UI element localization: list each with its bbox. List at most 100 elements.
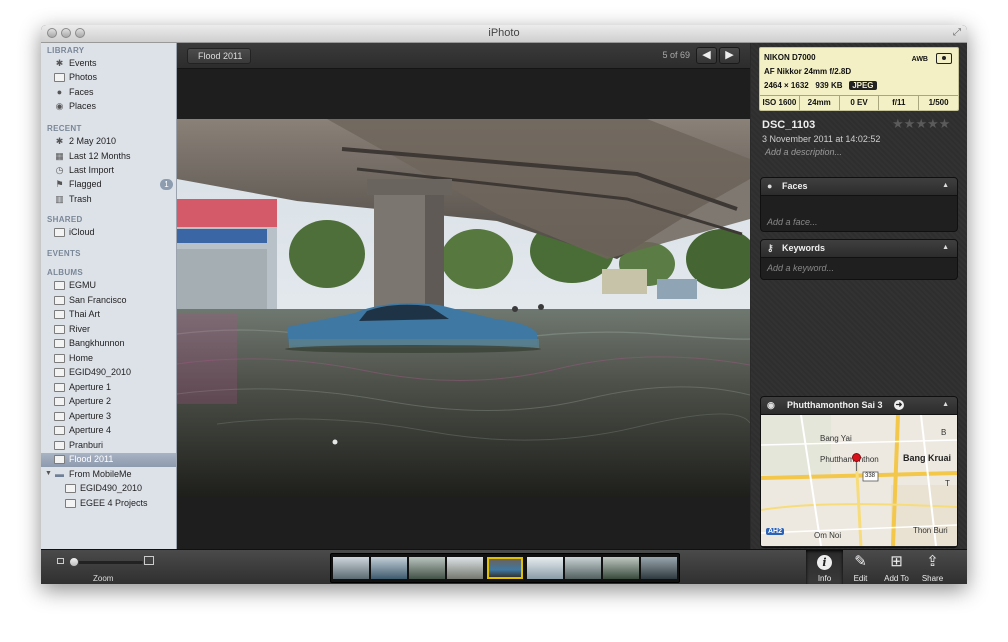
flood-photo (176, 119, 758, 497)
star-icon[interactable]: ★ (915, 116, 927, 131)
sidebar-item-label: Last Import (69, 165, 115, 175)
filmstrip-thumbnail[interactable] (603, 557, 639, 579)
previous-photo-button[interactable]: ◀ (696, 47, 717, 64)
edit-button[interactable]: ✎ Edit (842, 550, 879, 584)
map-route-338: 338 (865, 473, 876, 479)
location-map[interactable]: Bang Yai Phutthamonthon Bang Kruai Om No… (761, 414, 957, 547)
sidebar-folder[interactable]: ▼ ▬ From MobileMe (41, 468, 176, 482)
album-icon (54, 397, 65, 406)
keywords-header[interactable]: ⚷ Keywords ▲ (761, 240, 957, 258)
share-button[interactable]: ⇪ Share (914, 550, 951, 584)
filmstrip-thumbnail[interactable] (409, 557, 445, 579)
sidebar-album[interactable]: Aperture 2 (41, 395, 176, 409)
main-photo[interactable] (176, 119, 758, 497)
sidebar-album[interactable]: Thai Art (41, 308, 176, 322)
sidebar-album[interactable]: Aperture 3 (41, 410, 176, 424)
photo-title[interactable]: DSC_1103 (762, 119, 815, 131)
arrow-right-circle-icon[interactable]: ➜ (894, 400, 904, 410)
breadcrumb-back-button[interactable]: Flood 2011 (187, 48, 252, 64)
bottom-toolbar: Zoom i Info ✎ Edit ⊞ Add To ⇪ Share (41, 549, 967, 584)
filmstrip-thumbnail[interactable] (447, 557, 483, 579)
next-photo-button[interactable]: ▶ (719, 47, 740, 64)
sidebar-album[interactable]: EGEE 4 Projects (41, 497, 176, 511)
filmstrip-thumbnail[interactable] (527, 557, 563, 579)
zoom-slider-knob[interactable] (69, 557, 79, 567)
zoom-out-icon[interactable] (57, 558, 64, 564)
sidebar-item-last-12-months[interactable]: ▦ Last 12 Months (41, 150, 176, 164)
sidebar-item-label: Places (69, 101, 97, 111)
iphoto-window: iPhoto ⤢ LIBRARY ✱ Events Photos ● Faces… (41, 25, 967, 584)
map-label-t: T (945, 479, 950, 488)
sidebar-item-photos[interactable]: Photos (41, 71, 176, 85)
place-title: Phutthamonthon Sai 3 (787, 400, 883, 410)
add-to-button[interactable]: ⊞ Add To (878, 550, 915, 584)
album-icon (54, 325, 65, 334)
sidebar-album[interactable]: EGID490_2010 (41, 482, 176, 496)
sidebar-item-trash[interactable]: ▥ Trash (41, 193, 176, 207)
title-bar: iPhoto ⤢ (41, 25, 967, 43)
sidebar-album[interactable]: Pranburi (41, 439, 176, 453)
sidebar-item-label: Flood 2011 (69, 454, 114, 464)
sidebar-item-places[interactable]: ◉ Places (41, 100, 176, 114)
star-icon[interactable]: ★ (892, 116, 904, 131)
sidebar-item-label: Last 12 Months (69, 151, 131, 161)
sidebar-album-selected[interactable]: Flood 2011 (41, 453, 176, 467)
sidebar-item-label: San Francisco (69, 295, 127, 305)
star-icon[interactable]: ★ (904, 116, 916, 131)
sidebar-item-events[interactable]: ✱ Events (41, 57, 176, 71)
description-field[interactable]: Add a description... (765, 147, 842, 157)
star-rating[interactable]: ★★★★★ (892, 116, 950, 132)
zoom-slider[interactable] (71, 561, 143, 564)
info-icon: i (806, 553, 843, 571)
sidebar-item-flagged[interactable]: ⚑ Flagged 1 (41, 178, 176, 192)
collapse-triangle-icon[interactable]: ▲ (942, 244, 949, 251)
globe-icon: ◉ (767, 400, 775, 410)
places-section: ◉ Phutthamonthon Sai 3 ➜ ▲ Bang Yai Phut… (760, 396, 958, 548)
sidebar-album[interactable]: San Francisco (41, 294, 176, 308)
album-icon (54, 310, 65, 319)
filmstrip-thumbnail[interactable] (371, 557, 407, 579)
collapse-triangle-icon[interactable]: ▲ (942, 401, 949, 408)
sidebar-item-icloud[interactable]: iCloud (41, 226, 176, 240)
filmstrip-thumbnail[interactable] (641, 557, 677, 579)
awb-label: AWB (911, 56, 928, 63)
camera-model: NIKON D7000 (764, 53, 816, 62)
fullscreen-icon[interactable]: ⤢ (953, 27, 961, 38)
sidebar-album[interactable]: Aperture 4 (41, 424, 176, 438)
sidebar-item-label: EGEE 4 Projects (80, 498, 148, 508)
sidebar-item-label: EGMU (69, 280, 96, 290)
filmstrip-thumbnail[interactable] (333, 557, 369, 579)
sidebar-item-recent-event[interactable]: ✱ 2 May 2010 (41, 135, 176, 149)
sidebar-item-label: Faces (69, 87, 94, 97)
add-face-field[interactable]: Add a face... (767, 217, 818, 227)
collapse-triangle-icon[interactable]: ▲ (942, 182, 949, 189)
filmstrip-thumbnail-selected[interactable] (487, 557, 523, 579)
star-icon[interactable]: ★ (939, 116, 951, 131)
info-panel: NIKON D7000 AWB AF Nikkor 24mm f/2.8D 24… (751, 43, 967, 549)
filmstrip[interactable] (330, 553, 680, 583)
person-icon: ● (56, 87, 63, 97)
sidebar-album[interactable]: River (41, 323, 176, 337)
photos-icon (54, 73, 65, 82)
add-keyword-field[interactable]: Add a keyword... (767, 263, 834, 273)
star-icon[interactable]: ★ (927, 116, 939, 131)
map-pin-icon[interactable] (852, 453, 861, 462)
places-header[interactable]: ◉ Phutthamonthon Sai 3 ➜ ▲ (761, 397, 957, 415)
info-button[interactable]: i Info (806, 550, 843, 584)
photo-date[interactable]: 3 November 2011 at 14:02:52 (762, 134, 880, 144)
sidebar-album[interactable]: Aperture 1 (41, 381, 176, 395)
sidebar-album[interactable]: EGID490_2010 (41, 366, 176, 380)
sidebar-album[interactable]: Home (41, 352, 176, 366)
sidebar-item-faces[interactable]: ● Faces (41, 86, 176, 100)
edit-button-label: Edit (853, 574, 868, 583)
disclosure-triangle-icon[interactable]: ▼ (45, 470, 52, 477)
sidebar-item-label: From MobileMe (69, 469, 132, 479)
section-events: EVENTS (47, 249, 81, 258)
faces-header[interactable]: ● Faces ▲ (761, 178, 957, 196)
zoom-in-icon[interactable] (144, 556, 154, 565)
filmstrip-thumbnail[interactable] (565, 557, 601, 579)
album-icon (54, 455, 65, 464)
sidebar-album[interactable]: Bangkhunnon (41, 337, 176, 351)
sidebar-album[interactable]: EGMU (41, 279, 176, 293)
sidebar-item-last-import[interactable]: ◷ Last Import (41, 164, 176, 178)
